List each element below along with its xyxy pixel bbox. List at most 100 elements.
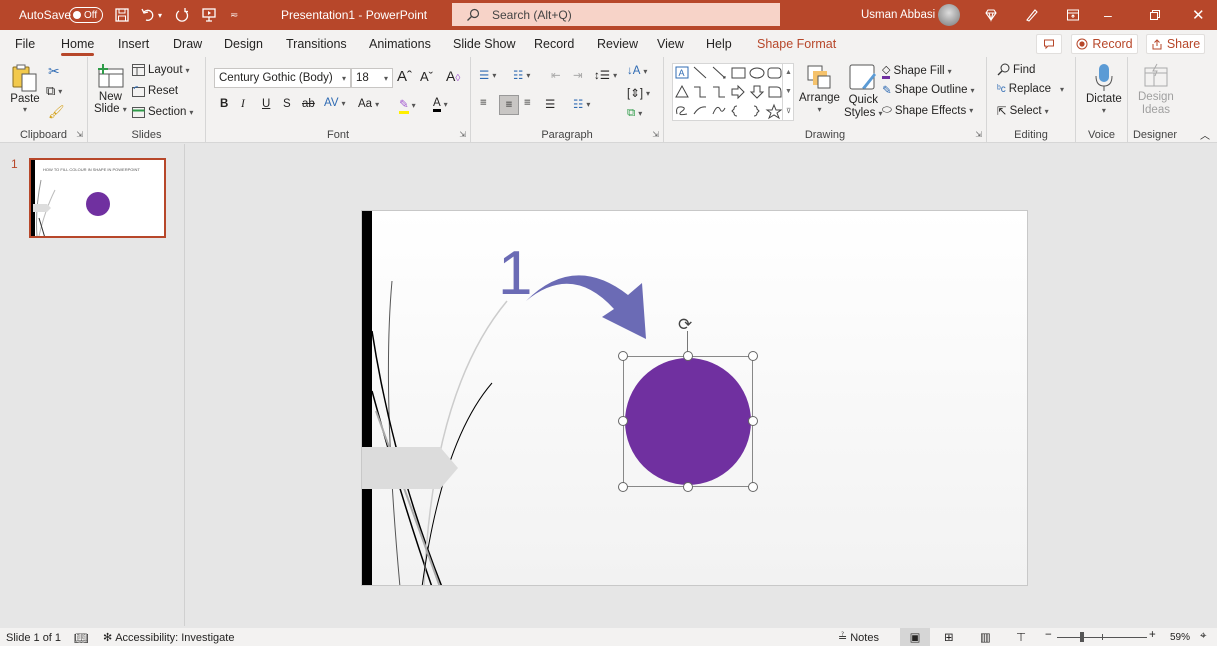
tab-design[interactable]: Design xyxy=(224,30,263,57)
decrease-font-size-button[interactable]: Aˇ xyxy=(420,69,433,84)
accessibility-button[interactable]: ✻ Accessibility: Investigate xyxy=(103,631,234,645)
undo-icon[interactable]: ▾ xyxy=(140,0,162,30)
align-text-button[interactable]: [⇕] ▾ xyxy=(627,86,650,100)
tab-review[interactable]: Review xyxy=(597,30,638,57)
resize-handle[interactable] xyxy=(618,482,628,492)
numbering-button[interactable]: ☷ ▾ xyxy=(513,68,530,82)
spelling-book-icon[interactable]: 📖︎ xyxy=(74,631,89,645)
line-spacing-button[interactable]: ↕☰ ▾ xyxy=(594,68,617,82)
font-name-select[interactable]: Century Gothic (Body) ▾ xyxy=(214,68,351,88)
shape-outline-button[interactable]: ✎ Shape Outline ▾ xyxy=(882,83,975,97)
cut-button[interactable]: ✂ xyxy=(48,63,60,80)
section-button[interactable]: Section ▾ xyxy=(132,106,193,118)
align-right-button[interactable]: ≡ xyxy=(524,97,531,109)
user-name[interactable]: Usman Abbasi xyxy=(861,0,935,30)
resize-handle[interactable] xyxy=(618,416,628,426)
character-spacing-button[interactable]: AV ▾ xyxy=(324,97,346,109)
minimize-icon[interactable]: – xyxy=(1104,0,1112,30)
decrease-indent-button[interactable]: ⇤ xyxy=(551,68,561,82)
text-direction-button[interactable]: ↓A ▾ xyxy=(627,65,647,77)
dictate-button[interactable]: Dictate ▾ xyxy=(1086,62,1122,115)
premium-diamond-icon[interactable] xyxy=(983,0,999,30)
zoom-level[interactable]: 59% xyxy=(1170,632,1190,643)
reading-view-button[interactable]: ▥ xyxy=(980,630,991,644)
resize-handle[interactable] xyxy=(748,351,758,361)
clipboard-launcher-icon[interactable]: ⇲ xyxy=(76,130,83,139)
resize-handle[interactable] xyxy=(683,482,693,492)
notes-button[interactable]: ≟ Notes xyxy=(838,631,879,645)
font-launcher-icon[interactable]: ⇲ xyxy=(459,130,466,139)
find-button[interactable]: Find xyxy=(997,63,1035,76)
resize-handle[interactable] xyxy=(748,416,758,426)
paste-button[interactable]: Paste ▾ xyxy=(10,63,40,114)
italic-button[interactable]: I xyxy=(241,98,245,110)
format-painter-button[interactable]: 🖌 xyxy=(48,104,65,120)
search-box[interactable]: Search (Alt+Q) xyxy=(452,3,780,26)
slide-thumbnail[interactable]: HOW TO FILL COLOUR IN SHAPE IN POWERPOIN… xyxy=(29,158,166,238)
slideshow-view-button[interactable]: ⊤ xyxy=(1016,630,1026,644)
tab-animations[interactable]: Animations xyxy=(369,30,431,57)
zoom-in-button[interactable]: + xyxy=(1149,629,1156,641)
shapes-gallery-scroll[interactable]: ▲ ▼ ⊽ xyxy=(782,63,794,121)
change-case-button[interactable]: Aa ▾ xyxy=(358,98,379,110)
customize-qat-icon[interactable]: ≂ xyxy=(230,0,238,30)
tab-shape-format[interactable]: Shape Format xyxy=(757,30,836,57)
convert-smartart-button[interactable]: ⧉ ▾ xyxy=(627,107,642,120)
columns-button[interactable]: ☷ ▾ xyxy=(573,97,590,111)
center-button[interactable]: ≡ xyxy=(499,95,519,115)
autosave-toggle[interactable]: Off xyxy=(69,7,103,23)
tab-slide-show[interactable]: Slide Show xyxy=(453,30,516,57)
present-icon[interactable] xyxy=(201,0,217,30)
tab-view[interactable]: View xyxy=(657,30,684,57)
strikethrough-button[interactable]: ab xyxy=(302,98,315,110)
resize-handle[interactable] xyxy=(683,351,693,361)
purple-circle-shape[interactable] xyxy=(625,358,751,485)
zoom-out-button[interactable]: − xyxy=(1045,629,1052,641)
clear-formatting-button[interactable]: A◊ xyxy=(446,68,460,84)
quick-styles-button[interactable]: Quick Styles ▾ xyxy=(844,63,883,119)
text-shadow-button[interactable]: S xyxy=(283,98,291,110)
slide[interactable]: 1 ⟳ xyxy=(361,210,1028,586)
record-button[interactable]: Record xyxy=(1071,34,1138,54)
paragraph-launcher-icon[interactable]: ⇲ xyxy=(652,130,659,139)
tab-file[interactable]: File xyxy=(15,30,35,57)
ribbon-display-icon[interactable] xyxy=(1066,0,1080,30)
arrange-button[interactable]: Arrange ▾ xyxy=(799,63,840,114)
share-button[interactable]: Share xyxy=(1146,34,1205,54)
new-slide-button[interactable]: New Slide ▾ xyxy=(94,63,127,115)
comments-button[interactable] xyxy=(1036,34,1062,54)
tab-transitions[interactable]: Transitions xyxy=(286,30,347,57)
underline-button[interactable]: U xyxy=(262,98,270,110)
avatar[interactable] xyxy=(938,0,960,30)
normal-view-button[interactable]: ▣ xyxy=(900,628,930,646)
reset-button[interactable]: Reset xyxy=(132,85,178,97)
bold-button[interactable]: B xyxy=(220,98,228,110)
increase-font-size-button[interactable]: Aˆ xyxy=(397,68,412,85)
increase-indent-button[interactable]: ⇥ xyxy=(573,68,583,82)
fit-to-window-icon[interactable]: ⌖ xyxy=(1200,630,1206,643)
design-ideas-button[interactable]: Design Ideas xyxy=(1138,62,1174,116)
pen-icon[interactable] xyxy=(1024,0,1040,30)
tab-record[interactable]: Record xyxy=(534,30,574,57)
collapse-ribbon-icon[interactable]: ︿ xyxy=(1200,127,1210,142)
restore-icon[interactable] xyxy=(1149,0,1161,30)
resize-handle[interactable] xyxy=(748,482,758,492)
justify-button[interactable]: ☰ xyxy=(545,97,555,111)
layout-button[interactable]: Layout ▾ xyxy=(132,64,190,76)
font-size-select[interactable]: 18 ▾ xyxy=(351,68,393,88)
tab-insert[interactable]: Insert xyxy=(118,30,149,57)
bullets-button[interactable]: ☰ ▾ xyxy=(479,68,496,82)
rotate-handle-icon[interactable]: ⟳ xyxy=(678,315,692,335)
zoom-slider-thumb[interactable] xyxy=(1080,632,1084,642)
shape-effects-button[interactable]: ⬭ Shape Effects ▾ xyxy=(882,104,973,117)
copy-button[interactable]: ⧉ ▾ xyxy=(46,83,62,99)
shape-fill-button[interactable]: ◇ Shape Fill ▾ xyxy=(882,63,952,79)
close-icon[interactable]: ✕ xyxy=(1192,0,1205,30)
shapes-gallery[interactable]: A xyxy=(672,63,794,121)
save-icon[interactable] xyxy=(114,0,130,30)
tab-home[interactable]: Home xyxy=(61,30,95,57)
font-color-button[interactable]: A ▾ xyxy=(433,97,448,112)
slide-sorter-button[interactable]: ⊞ xyxy=(944,630,954,644)
tab-help[interactable]: Help xyxy=(706,30,732,57)
redo-icon[interactable] xyxy=(174,0,190,30)
